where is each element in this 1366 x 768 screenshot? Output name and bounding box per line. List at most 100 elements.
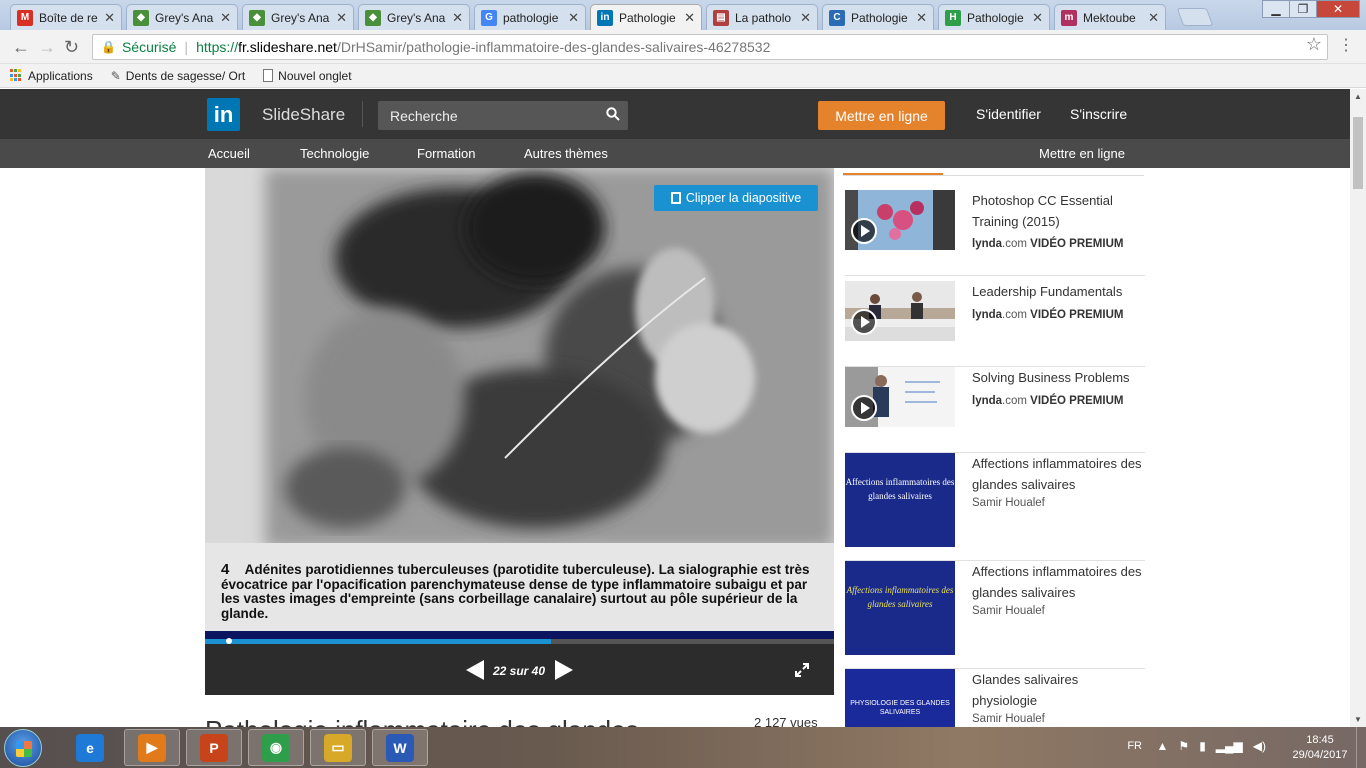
- recommendation-item[interactable]: Leadership Fundamentals lynda.com VIDÉO …: [845, 281, 1145, 367]
- browser-tab[interactable]: M Boîte de re ✕: [10, 4, 122, 30]
- signup-link[interactable]: S'inscrire: [1070, 106, 1127, 122]
- forward-icon[interactable]: →: [38, 37, 56, 58]
- word-icon: W: [386, 733, 414, 762]
- video-thumbnail[interactable]: [845, 281, 955, 341]
- browser-tab[interactable]: in Pathologie ✕: [590, 4, 702, 30]
- tray-expand-icon[interactable]: ▲: [1157, 739, 1169, 753]
- linkedin-logo-icon[interactable]: in: [207, 98, 240, 131]
- network-icon[interactable]: ▂▄▆: [1216, 739, 1243, 753]
- next-slide-icon[interactable]: [555, 660, 573, 680]
- slide-image: Clipper la diapositive 4 Adénites paroti…: [205, 168, 834, 631]
- browser-tab[interactable]: ◆ Grey's Ana ✕: [358, 4, 470, 30]
- slide-thumbnail[interactable]: Affections inflammatoires des glandes sa…: [845, 561, 955, 655]
- previous-slide-icon[interactable]: [466, 660, 484, 680]
- reload-icon[interactable]: ↻: [64, 37, 79, 58]
- tab-close-icon[interactable]: ✕: [684, 10, 695, 26]
- clock[interactable]: 18:45 29/04/2017: [1288, 733, 1352, 763]
- upload-button[interactable]: Mettre en ligne: [818, 101, 945, 130]
- login-link[interactable]: S'identifier: [976, 106, 1041, 122]
- tab-close-icon[interactable]: ✕: [1032, 10, 1043, 26]
- window-controls: ▁ ❐ ✕: [1262, 0, 1360, 20]
- tab-label: Grey's Ana: [387, 10, 446, 25]
- slide-thumbnail[interactable]: Affections inflammatoires des glandes sa…: [845, 453, 955, 547]
- flag-icon[interactable]: ⚑: [1178, 739, 1189, 753]
- url-path: /DrHSamir/pathologie-inflammatoire-des-g…: [336, 39, 771, 55]
- video-thumbnail[interactable]: [845, 190, 955, 250]
- recommendation-author[interactable]: Samir Houalef: [972, 497, 1045, 509]
- tab-close-icon[interactable]: ✕: [568, 10, 579, 26]
- video-thumbnail[interactable]: [845, 367, 955, 427]
- back-icon[interactable]: ←: [12, 37, 30, 58]
- search-icon[interactable]: [606, 107, 620, 121]
- recommendation-title[interactable]: Affections inflammatoires des glandes sa…: [972, 453, 1142, 495]
- scroll-thumb[interactable]: [1353, 117, 1363, 189]
- browser-tab[interactable]: ◆ Grey's Ana ✕: [126, 4, 238, 30]
- recommendation-title[interactable]: Photoshop CC Essential Training (2015): [972, 190, 1142, 232]
- recommendation-item[interactable]: Affections inflammatoires des glandes sa…: [845, 561, 1145, 669]
- power-icon[interactable]: ▮: [1199, 739, 1206, 753]
- tab-close-icon[interactable]: ✕: [336, 10, 347, 26]
- browser-tab[interactable]: C Pathologie ✕: [822, 4, 934, 30]
- volume-icon[interactable]: ◀): [1253, 739, 1266, 753]
- taskbar-app[interactable]: e: [62, 729, 118, 766]
- taskbar-app[interactable]: ▶: [124, 729, 180, 766]
- bookmark-dents[interactable]: ✎ Dents de sagesse/ Ort: [111, 69, 245, 83]
- brand-name[interactable]: SlideShare: [262, 105, 345, 125]
- search-input[interactable]: Recherche: [378, 101, 628, 130]
- taskbar-app[interactable]: P: [186, 729, 242, 766]
- nav-autres-themes[interactable]: Autres thèmes: [524, 146, 608, 161]
- bookmark-applications[interactable]: Applications: [10, 69, 93, 83]
- start-button[interactable]: [4, 729, 42, 767]
- taskbar-app[interactable]: W: [372, 729, 428, 766]
- new-tab-button[interactable]: [1176, 8, 1214, 26]
- recommendation-author[interactable]: Samir Houalef: [972, 713, 1045, 725]
- nav-upload-link[interactable]: Mettre en ligne: [1039, 146, 1125, 161]
- tab-close-icon[interactable]: ✕: [104, 10, 115, 26]
- recommendation-author[interactable]: Samir Houalef: [972, 605, 1045, 617]
- nav-accueil[interactable]: Accueil: [208, 146, 250, 161]
- page-scrollbar[interactable]: ▲ ▼: [1350, 89, 1366, 727]
- fullscreen-icon[interactable]: [794, 662, 810, 678]
- browser-tab[interactable]: ◆ Grey's Ana ✕: [242, 4, 354, 30]
- browser-tab[interactable]: H Pathologie ✕: [938, 4, 1050, 30]
- recommendation-title[interactable]: Glandes salivaires physiologie: [972, 669, 1142, 711]
- bookmark-star-icon[interactable]: ☆: [1306, 34, 1322, 55]
- tab-close-icon[interactable]: ✕: [452, 10, 463, 26]
- recommendation-title[interactable]: Solving Business Problems: [972, 367, 1142, 388]
- tab-close-icon[interactable]: ✕: [1148, 10, 1159, 26]
- recommendation-title[interactable]: Affections inflammatoires des glandes sa…: [972, 561, 1142, 603]
- minimize-button[interactable]: ▁: [1262, 0, 1290, 18]
- tab-close-icon[interactable]: ✕: [916, 10, 927, 26]
- nav-technologie[interactable]: Technologie: [300, 146, 369, 161]
- recommendation-title[interactable]: Leadership Fundamentals: [972, 281, 1142, 302]
- scroll-up-icon[interactable]: ▲: [1354, 92, 1362, 101]
- tab-close-icon[interactable]: ✕: [220, 10, 231, 26]
- maximize-button[interactable]: ❐: [1289, 0, 1317, 18]
- chrome-menu-icon[interactable]: ⋮: [1338, 35, 1354, 55]
- clip-slide-button[interactable]: Clipper la diapositive: [654, 185, 818, 211]
- language-indicator[interactable]: FR: [1127, 740, 1142, 752]
- browser-tab[interactable]: Gpathologie ✕: [474, 4, 586, 30]
- tab-close-icon[interactable]: ✕: [800, 10, 811, 26]
- browser-toolbar: ← → ↻ 🔒 Sécurisé | https://fr.slideshare…: [0, 30, 1366, 64]
- lock-icon: 🔒: [101, 40, 116, 54]
- taskbar-app[interactable]: ▭: [310, 729, 366, 766]
- show-desktop-button[interactable]: [1356, 727, 1366, 768]
- address-bar[interactable]: 🔒 Sécurisé | https://fr.slideshare.net/D…: [92, 34, 1328, 60]
- nav-formation[interactable]: Formation: [417, 146, 476, 161]
- tab-label: Grey's Ana: [271, 10, 330, 25]
- recommendation-item[interactable]: PHYSIOLOGIE DES GLANDES SALIVAIRES Gland…: [845, 669, 1145, 727]
- browser-tab[interactable]: m Mektoube ✕: [1054, 4, 1166, 30]
- taskbar-app[interactable]: ◉: [248, 729, 304, 766]
- linkedin-icon: in: [597, 9, 613, 26]
- recommendation-item[interactable]: Photoshop CC Essential Training (2015) l…: [845, 190, 1145, 276]
- browser-tab[interactable]: ▤ La patholo ✕: [706, 4, 818, 30]
- recommendation-item[interactable]: Solving Business Problems lynda.com VIDÉ…: [845, 367, 1145, 453]
- slide-thumbnail[interactable]: PHYSIOLOGIE DES GLANDES SALIVAIRES: [845, 669, 955, 727]
- bookmark-nouvel-onglet[interactable]: Nouvel onglet: [263, 69, 352, 83]
- scroll-down-icon[interactable]: ▼: [1354, 715, 1362, 724]
- close-window-button[interactable]: ✕: [1316, 0, 1360, 18]
- bookmark-label: Dents de sagesse/ Ort: [125, 68, 246, 83]
- recommendation-source: lynda.com VIDÉO PREMIUM: [972, 238, 1123, 250]
- recommendation-item[interactable]: Affections inflammatoires des glandes sa…: [845, 453, 1145, 561]
